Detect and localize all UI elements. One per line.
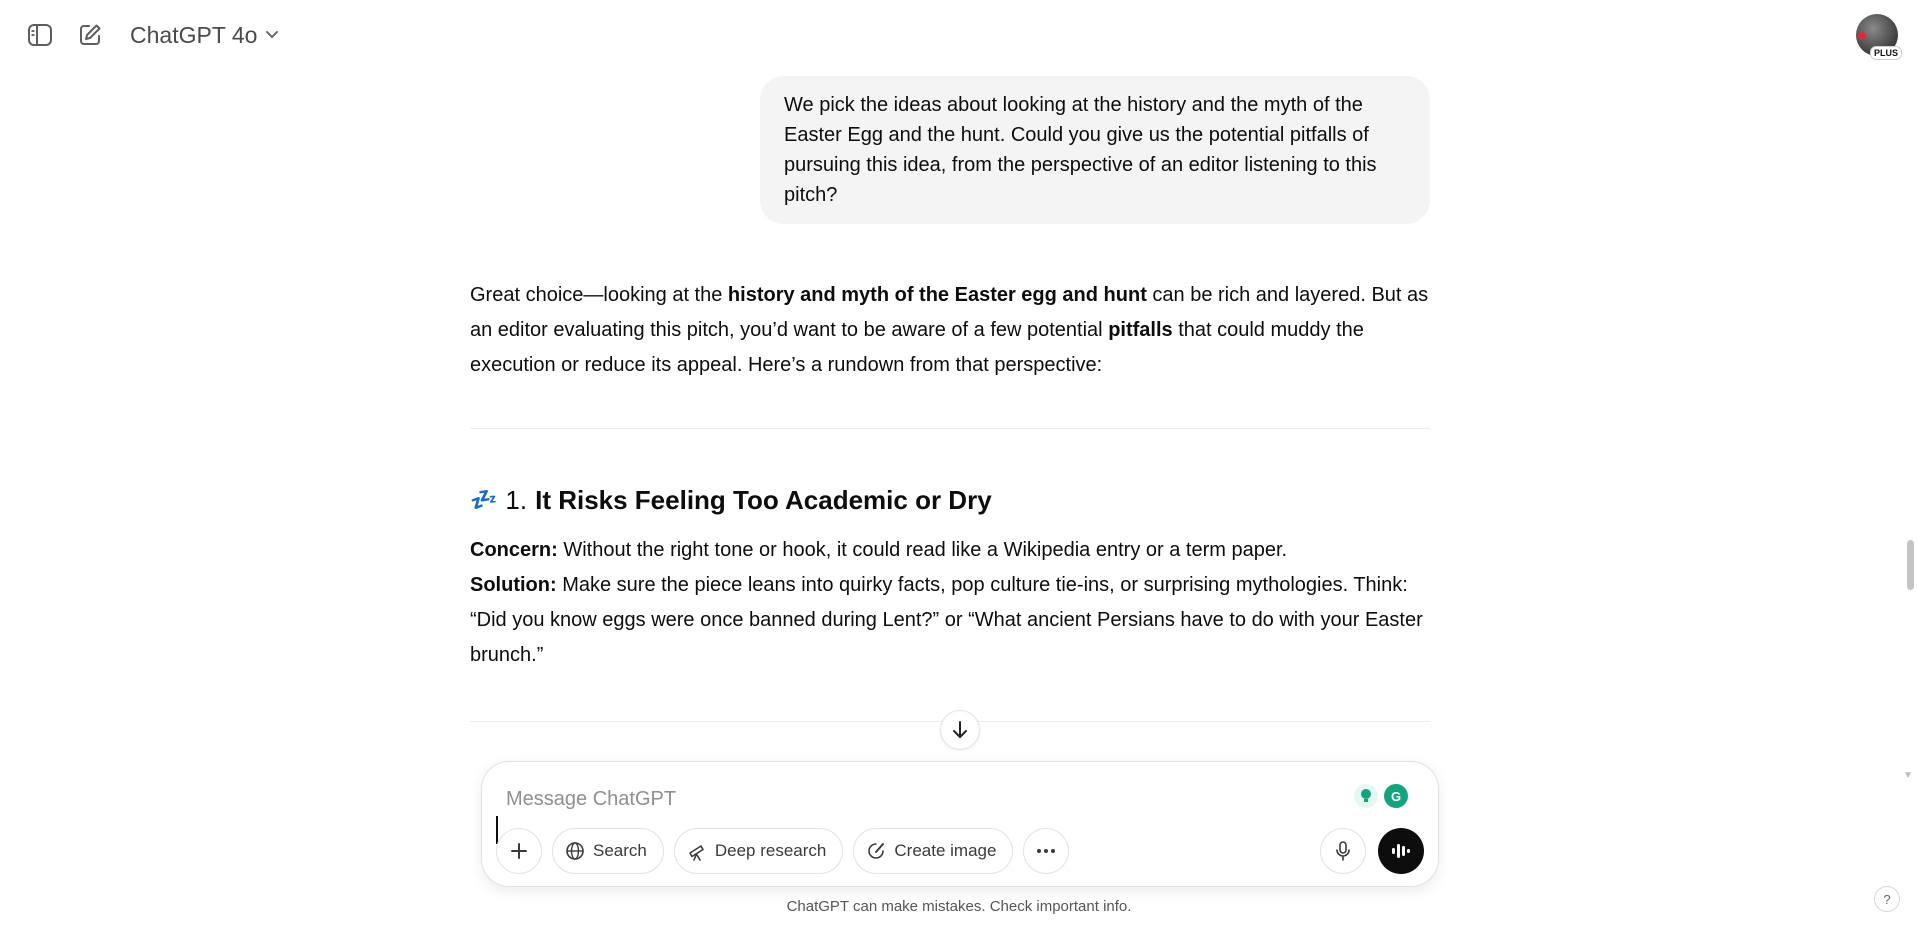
voice-waveform-icon bbox=[1392, 844, 1410, 858]
more-tools-button[interactable] bbox=[1023, 828, 1070, 874]
concern-text: Without the right tone or hook, it could… bbox=[557, 539, 1288, 561]
paint-brush-icon bbox=[868, 843, 885, 859]
create-image-label: Create image bbox=[894, 841, 997, 860]
telescope-icon bbox=[689, 845, 704, 861]
microphone-icon bbox=[1336, 841, 1350, 861]
composer: G Search Deep research Create image bbox=[481, 761, 1439, 887]
divider bbox=[470, 428, 1430, 429]
new-chat-button[interactable] bbox=[70, 15, 110, 55]
dictate-button[interactable] bbox=[1320, 828, 1366, 874]
sidebar-toggle-button[interactable] bbox=[20, 15, 60, 55]
section-title: It Risks Feeling Too Academic or Dry bbox=[535, 485, 992, 515]
intro-bold-2: pitfalls bbox=[1108, 319, 1173, 341]
intro-text-1: Great choice—looking at the bbox=[470, 284, 728, 306]
intro-bold-1: history and myth of the Easter egg and h… bbox=[727, 284, 1147, 306]
extension-icons: G bbox=[1354, 784, 1408, 808]
zzz-emoji-icon: 💤 bbox=[470, 487, 498, 512]
plus-badge: PLUS bbox=[1869, 46, 1902, 60]
deep-research-label: Deep research bbox=[714, 841, 827, 860]
scrollbar-thumb[interactable] bbox=[1907, 540, 1914, 590]
message-input[interactable] bbox=[506, 784, 1326, 814]
plus-icon bbox=[511, 843, 527, 859]
create-image-button[interactable]: Create image bbox=[853, 828, 1014, 874]
model-picker[interactable]: ChatGPT 4o bbox=[122, 16, 287, 54]
concern-line: Concern: Without the right tone or hook,… bbox=[470, 533, 1430, 568]
voice-mode-button[interactable] bbox=[1378, 828, 1424, 874]
concern-label: Concern: bbox=[470, 539, 558, 561]
model-name: ChatGPT 4o bbox=[130, 21, 258, 48]
search-button[interactable]: Search bbox=[552, 828, 664, 874]
section-heading: 💤 1. It Risks Feeling Too Academic or Dr… bbox=[470, 482, 992, 518]
assistant-intro: Great choice—looking at the history and … bbox=[470, 278, 1430, 383]
solution-text: Make sure the piece leans into quirky fa… bbox=[470, 574, 1423, 666]
arrow-down-icon bbox=[953, 721, 967, 738]
lightbulb-icon[interactable] bbox=[1354, 784, 1378, 808]
attach-button[interactable] bbox=[496, 828, 542, 874]
section-number: 1. bbox=[505, 485, 528, 515]
solution-label: Solution: bbox=[470, 574, 557, 596]
sidebar-toggle-icon bbox=[28, 24, 52, 46]
section-body: Concern: Without the right tone or hook,… bbox=[470, 533, 1430, 673]
deep-research-button[interactable]: Deep research bbox=[673, 828, 844, 874]
help-button[interactable]: ? bbox=[1874, 886, 1900, 912]
more-icon bbox=[1037, 849, 1056, 853]
composer-tools: Search Deep research Create image bbox=[496, 828, 1070, 874]
disclaimer-text: ChatGPT can make mistakes. Check importa… bbox=[786, 898, 1132, 915]
scroll-down-arrow-icon[interactable]: ▼ bbox=[1903, 770, 1913, 781]
grammarly-icon[interactable]: G bbox=[1384, 784, 1408, 808]
user-message: We pick the ideas about looking at the h… bbox=[760, 76, 1430, 224]
scroll-to-bottom-button[interactable] bbox=[940, 710, 980, 750]
new-chat-icon bbox=[80, 24, 101, 45]
top-bar: ChatGPT 4o PLUS bbox=[0, 0, 1918, 70]
avatar-status-dot bbox=[1858, 32, 1866, 40]
solution-line: Solution: Make sure the piece leans into… bbox=[470, 568, 1430, 673]
avatar[interactable]: PLUS bbox=[1856, 14, 1902, 60]
chevron-down-icon bbox=[266, 31, 279, 39]
globe-icon bbox=[566, 842, 584, 860]
search-button-label: Search bbox=[593, 841, 647, 860]
